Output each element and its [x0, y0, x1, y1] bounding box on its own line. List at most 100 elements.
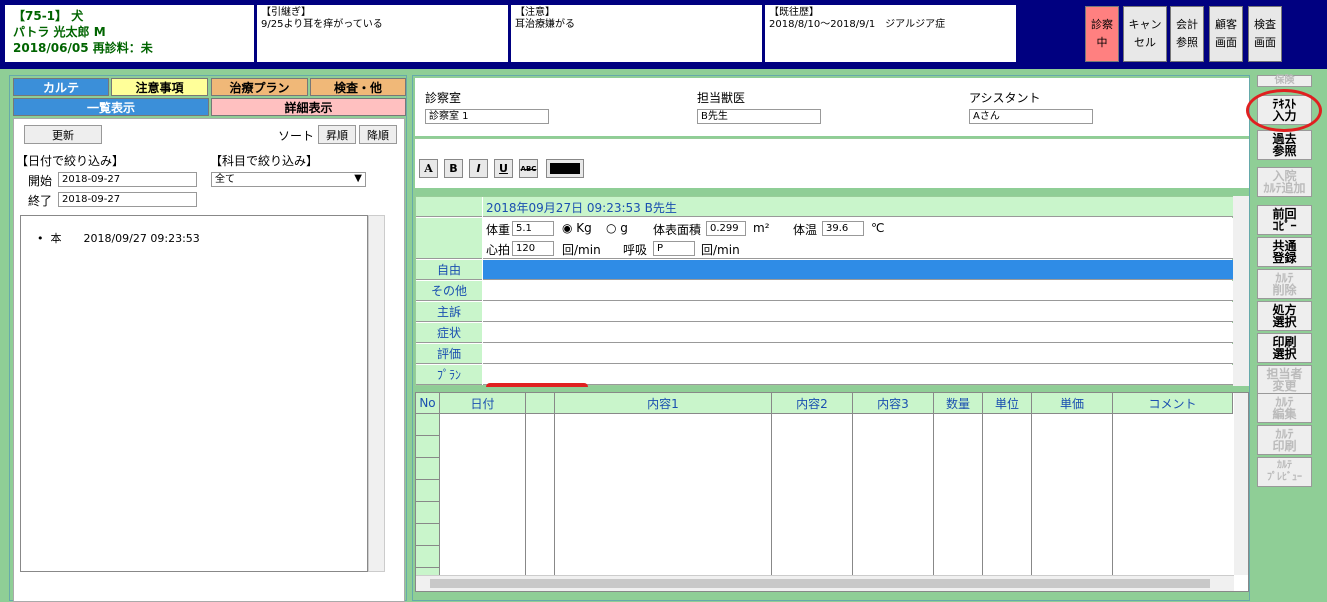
temp-input[interactable]: 39.6 — [822, 221, 864, 236]
row-complaint-input[interactable] — [483, 302, 1233, 322]
bold-button[interactable]: B — [444, 159, 463, 178]
end-date-input[interactable]: 2018-09-27 — [58, 192, 197, 207]
scroll-thumb[interactable] — [430, 579, 1210, 588]
row-label-symptom: 症状 — [416, 323, 482, 343]
history-list: • 本 2018/09/27 09:23:53 — [20, 215, 368, 572]
print-select-button[interactable]: 印刷 選択 — [1257, 333, 1312, 363]
grid-header-comment: コメント — [1113, 393, 1233, 414]
patient-visit: 2018/06/05 再診料：未 — [13, 41, 153, 55]
row-plan-input[interactable] — [483, 365, 1233, 385]
date-filter-label: 【日付で絞り込み】 — [16, 154, 125, 168]
assistant-input[interactable]: Aさん — [969, 109, 1093, 124]
kg-radio[interactable]: ◉ Kg — [562, 221, 592, 235]
g-radio[interactable]: ○ g — [606, 221, 628, 235]
strike-button[interactable]: ABC — [519, 159, 538, 178]
format-toolbar: A B I U ABC — [415, 138, 1249, 188]
grid-header-content1: 内容1 — [555, 393, 772, 414]
row-other-input[interactable] — [483, 281, 1233, 301]
grid-col — [440, 414, 526, 575]
insurance-button[interactable]: 保険 — [1257, 75, 1312, 87]
handover-box: 【引継ぎ】 9/25より耳を痒がっている — [257, 5, 508, 62]
exam-screen-button[interactable]: 検査 画面 — [1248, 6, 1282, 62]
past-reference-button[interactable]: 過去 参照 — [1257, 130, 1312, 160]
record-header-cell — [416, 197, 482, 217]
vet-label: 担当獣医 — [697, 91, 746, 105]
row-label-complaint: 主訴 — [416, 302, 482, 322]
bsa-input[interactable]: 0.299 — [706, 221, 746, 236]
prescription-select-button[interactable]: 処方 選択 — [1257, 301, 1312, 331]
end-label: 終了 — [28, 194, 53, 208]
record-date: 2018年09月27日 09:23:53 B先生 — [483, 197, 1233, 217]
resp-input[interactable]: P — [653, 241, 695, 256]
vet-input[interactable]: B先生 — [697, 109, 821, 124]
grid-header-content3: 内容3 — [853, 393, 934, 414]
grid-col — [1032, 414, 1113, 575]
tab-detail-view[interactable]: 詳細表示 — [211, 98, 406, 116]
exam-info: 診察室 診察室 1 担当獣医 B先生 アシスタント Aさん — [415, 78, 1249, 136]
accounting-button[interactable]: 会計 参照 — [1170, 6, 1204, 62]
font-button[interactable]: A — [419, 159, 438, 178]
karte-record: 2018年09月27日 09:23:53 B先生 体重 5.1 ◉ Kg ○ g… — [415, 196, 1233, 387]
patient-name: パトラ 光太郎 M — [13, 25, 106, 39]
print-karte-button[interactable]: ｶﾙﾃ 印刷 — [1257, 425, 1312, 455]
edit-karte-button[interactable]: ｶﾙﾃ 編集 — [1257, 393, 1312, 423]
room-input[interactable]: 診察室 1 — [425, 109, 549, 124]
main-panel: 診察室 診察室 1 担当獣医 B先生 アシスタント Aさん A B I U AB… — [412, 75, 1250, 601]
grid-v-scrollbar[interactable] — [1234, 393, 1248, 575]
weight-input[interactable]: 5.1 — [512, 221, 554, 236]
history-scrollbar[interactable] — [368, 215, 385, 572]
patient-info: 【75-1】 犬 パトラ 光太郎 M 2018/06/05 再診料：未 — [5, 5, 254, 62]
subject-select[interactable]: 全て ▼ — [211, 172, 366, 187]
color-button[interactable] — [546, 159, 584, 178]
room-label: 診察室 — [425, 91, 462, 105]
start-date-input[interactable]: 2018-09-27 — [58, 172, 197, 187]
grid-col — [983, 414, 1032, 575]
in-exam-button[interactable]: 診察中 — [1085, 6, 1119, 62]
change-staff-button[interactable]: 担当者 変更 — [1257, 365, 1312, 395]
row-label-free: 自由 — [416, 260, 482, 280]
sort-asc-button[interactable]: 昇順 — [318, 125, 356, 144]
sort-label: ソート — [278, 129, 315, 143]
copy-previous-button[interactable]: 前回 ｺﾋﾟｰ — [1257, 205, 1312, 235]
cancel-button[interactable]: キャン セル — [1123, 6, 1167, 62]
hr-unit: 回/min — [562, 243, 601, 257]
customer-screen-button[interactable]: 顧客 画面 — [1209, 6, 1243, 62]
grid-h-scrollbar[interactable] — [416, 575, 1234, 591]
handover-label: 【引継ぎ】 — [261, 7, 311, 18]
resp-unit: 回/min — [701, 243, 740, 257]
tab-karte[interactable]: カルテ — [13, 78, 109, 96]
grid-header-price: 単価 — [1032, 393, 1113, 414]
start-label: 開始 — [28, 174, 53, 188]
highlight-circle — [1246, 89, 1322, 132]
grid-col — [934, 414, 983, 575]
vitals-label-cell — [416, 218, 482, 259]
bsa-unit: m² — [753, 221, 770, 235]
row-assessment-input[interactable] — [483, 344, 1233, 364]
sort-desc-button[interactable]: 降順 — [359, 125, 397, 144]
preview-karte-button[interactable]: ｶﾙﾃ ﾌﾟﾚﾋﾞｭｰ — [1257, 457, 1312, 487]
temp-label: 体温 — [793, 223, 818, 237]
medical-history-label: 【既往歴】 — [769, 7, 819, 18]
caution-text: 耳治療嫌がる — [515, 19, 575, 30]
row-free-input[interactable] — [483, 260, 1233, 280]
grid-header-content2: 内容2 — [772, 393, 853, 414]
add-admission-button[interactable]: 入院 ｶﾙﾃ追加 — [1257, 167, 1312, 197]
grid-header-blank — [526, 393, 555, 414]
tab-list-view[interactable]: 一覧表示 — [13, 98, 209, 116]
resp-label: 呼吸 — [623, 243, 648, 257]
tab-treatment-plan[interactable]: 治療プラン — [211, 78, 308, 96]
record-scrollbar[interactable] — [1233, 196, 1249, 386]
tab-notes[interactable]: 注意事項 — [111, 78, 208, 96]
row-symptom-input[interactable] — [483, 323, 1233, 343]
refresh-button[interactable]: 更新 — [24, 125, 102, 144]
caution-label: 【注意】 — [515, 7, 555, 18]
medical-history-text: 2018/8/10～2018/9/1 ジアルジア症 — [769, 19, 946, 30]
common-register-button[interactable]: 共通 登録 — [1257, 237, 1312, 267]
history-box: 【既往歴】 2018/8/10～2018/9/1 ジアルジア症 — [765, 5, 1016, 62]
delete-karte-button[interactable]: ｶﾙﾃ 削除 — [1257, 269, 1312, 299]
hr-input[interactable]: 120 — [512, 241, 554, 256]
italic-button[interactable]: I — [469, 159, 488, 178]
list-item[interactable]: • 本 2018/09/27 09:23:53 — [37, 230, 200, 246]
underline-button[interactable]: U — [494, 159, 513, 178]
tab-exam-other[interactable]: 検査・他 — [310, 78, 406, 96]
